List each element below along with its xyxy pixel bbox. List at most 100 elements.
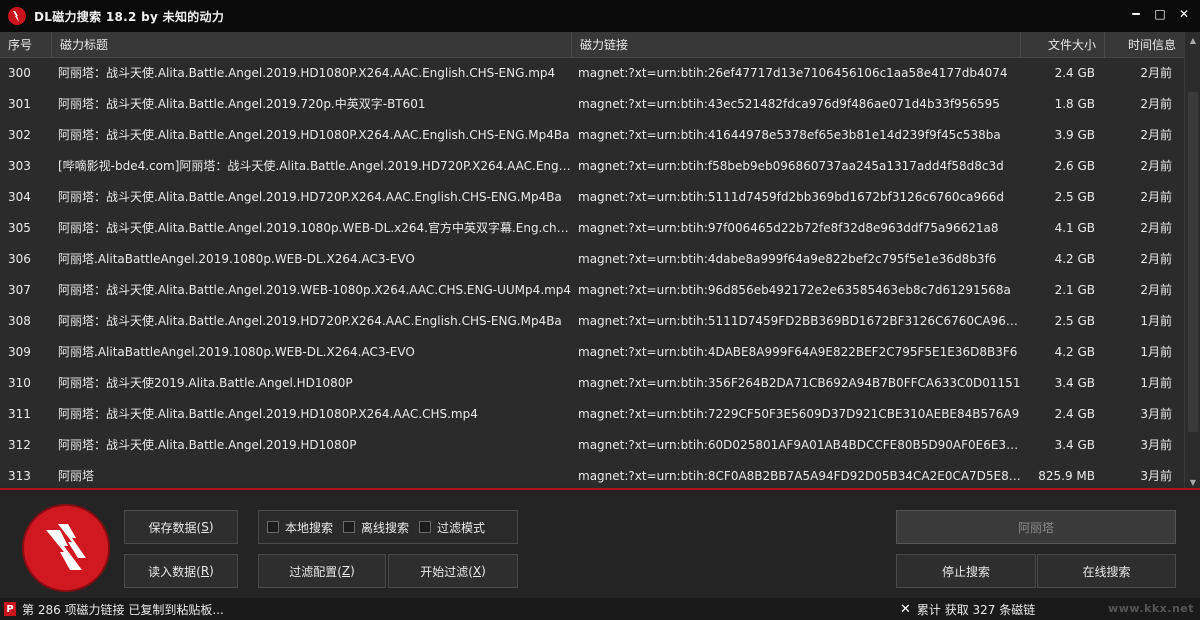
table-row[interactable]: 307 阿丽塔：战斗天使.Alita.Battle.Angel.2019.WEB-… <box>0 275 1184 306</box>
start-filter-button[interactable]: 开始过滤(X) <box>388 554 518 588</box>
cell-time: 2月前 <box>1140 66 1172 80</box>
cell-index: 303 <box>8 159 31 173</box>
table-row[interactable]: 308 阿丽塔：战斗天使.Alita.Battle.Angel.2019.HD72… <box>0 306 1184 337</box>
cell-file-size: 2.5 GB <box>1054 314 1095 328</box>
column-header-index[interactable]: 序号 <box>0 32 52 58</box>
table-row[interactable]: 305 阿丽塔：战斗天使.Alita.Battle.Angel.2019.1080… <box>0 213 1184 244</box>
table-row[interactable]: 306 阿丽塔.AlitaBattleAngel.2019.1080p.WEB-D… <box>0 244 1184 275</box>
table-header: 序号 磁力标题 磁力链接 文件大小 时间信息 <box>0 32 1184 58</box>
total-count: 累计 获取 327 条磁链 <box>916 602 1036 617</box>
filter-config-button[interactable]: 过滤配置(Z) <box>258 554 386 588</box>
table-row[interactable]: 312 阿丽塔：战斗天使.Alita.Battle.Angel.2019.HD10… <box>0 430 1184 461</box>
table-row[interactable]: 309 阿丽塔.AlitaBattleAngel.2019.1080p.WEB-D… <box>0 337 1184 368</box>
load-data-button[interactable]: 读入数据(R) <box>124 554 238 588</box>
cell-magnet-link: magnet:?xt=urn:btih:8CF0A8B2BB7A5A94FD92… <box>578 469 1021 483</box>
checkbox-box[interactable] <box>267 521 279 533</box>
cell-title: 阿丽塔 <box>58 469 95 483</box>
cell-title: 阿丽塔：战斗天使.Alita.Battle.Angel.2019.WEB-108… <box>58 283 572 297</box>
table-row[interactable]: 300 阿丽塔：战斗天使.Alita.Battle.Angel.2019.HD10… <box>0 58 1184 89</box>
keyword-input[interactable]: 阿丽塔 <box>896 510 1176 544</box>
table-row[interactable]: 304 阿丽塔：战斗天使.Alita.Battle.Angel.2019.HD72… <box>0 182 1184 213</box>
local-search-checkbox[interactable]: 本地搜索 <box>267 519 333 536</box>
cell-file-size: 825.9 MB <box>1038 469 1095 483</box>
window-title: DL磁力搜索 18.2 by 未知的动力 <box>34 9 225 24</box>
cell-title: 阿丽塔：战斗天使.Alita.Battle.Angel.2019.HD1080P… <box>58 407 478 421</box>
cell-magnet-link: magnet:?xt=urn:btih:7229CF50F3E5609D37D9… <box>578 407 1020 421</box>
maximize-icon[interactable]: □ <box>1150 4 1170 24</box>
app-logo-icon <box>8 7 26 25</box>
cell-index: 301 <box>8 97 31 111</box>
cell-title: 阿丽塔：战斗天使.Alita.Battle.Angel.2019.HD1080P <box>58 438 357 452</box>
cell-time: 2月前 <box>1140 283 1172 297</box>
cell-index: 305 <box>8 221 31 235</box>
column-header-title[interactable]: 磁力标题 <box>52 32 572 58</box>
start-filter-key: X <box>472 564 482 578</box>
cell-file-size: 3.4 GB <box>1054 438 1095 452</box>
checkbox-box[interactable] <box>419 521 432 533</box>
cell-time: 3月前 <box>1140 469 1172 483</box>
scrollbar-thumb[interactable] <box>1188 92 1198 432</box>
table-row[interactable]: 303 [哔嘀影视-bde4.com]阿丽塔：战斗天使.Alita.Battle.… <box>0 151 1184 182</box>
close-icon[interactable]: ✕ <box>1174 4 1194 24</box>
column-header-link[interactable]: 磁力链接 <box>572 32 1021 58</box>
close-x-icon[interactable]: ✕ <box>900 602 911 617</box>
cell-magnet-link: magnet:?xt=urn:btih:60D025801AF9A01AB4BD… <box>578 438 1021 452</box>
cell-file-size: 4.1 GB <box>1054 221 1095 235</box>
cell-file-size: 2.4 GB <box>1054 66 1095 80</box>
status-bar: P 第 286 项磁力链接 已复制到粘贴板... ✕ 累计 获取 327 条磁链… <box>0 598 1200 620</box>
cell-time: 1月前 <box>1140 345 1172 359</box>
cell-time: 3月前 <box>1140 438 1172 452</box>
save-data-label: 保存数据( <box>148 520 202 535</box>
save-data-key: S <box>201 520 209 534</box>
local-search-label: 本地搜索 <box>285 520 334 535</box>
online-search-button[interactable]: 在线搜索 <box>1037 554 1176 588</box>
offline-search-checkbox[interactable]: 离线搜索 <box>343 519 409 536</box>
results-table: 序号 磁力标题 磁力链接 文件大小 时间信息 300 阿丽塔：战斗天使.Alita… <box>0 32 1200 490</box>
cell-magnet-link: magnet:?xt=urn:btih:43ec521482fdca976d9f… <box>578 97 1000 111</box>
filter-mode-checkbox[interactable]: 过滤模式 <box>419 519 485 536</box>
vertical-scrollbar[interactable]: ▲ ▼ <box>1184 32 1200 490</box>
table-row[interactable]: 310 阿丽塔：战斗天使2019.Alita.Battle.Angel.HD108… <box>0 368 1184 399</box>
cell-index: 300 <box>8 66 31 80</box>
scroll-up-icon[interactable]: ▲ <box>1185 32 1200 48</box>
cell-index: 312 <box>8 438 31 452</box>
cell-time: 2月前 <box>1140 190 1172 204</box>
offline-search-label: 离线搜索 <box>361 520 410 535</box>
cell-file-size: 2.4 GB <box>1054 407 1095 421</box>
cell-magnet-link: magnet:?xt=urn:btih:4DABE8A999F64A9E822B… <box>578 345 1018 359</box>
cell-index: 306 <box>8 252 31 266</box>
start-filter-label: 开始过滤( <box>420 564 473 579</box>
cell-magnet-link: magnet:?xt=urn:btih:26ef47717d13e7106456… <box>578 66 1008 80</box>
cell-magnet-link: magnet:?xt=urn:btih:356F264B2DA71CB692A9… <box>578 376 1021 390</box>
cell-file-size: 2.5 GB <box>1054 190 1095 204</box>
cell-title: 阿丽塔：战斗天使.Alita.Battle.Angel.2019.1080p.W… <box>58 221 572 235</box>
cell-magnet-link: magnet:?xt=urn:btih:5111D7459FD2BB369BD1… <box>578 314 1021 328</box>
cell-magnet-link: magnet:?xt=urn:btih:4dabe8a999f64a9e822b… <box>578 252 997 266</box>
cell-time: 2月前 <box>1140 252 1172 266</box>
cell-title: [哔嘀影视-bde4.com]阿丽塔：战斗天使.Alita.Battle.Ang… <box>58 159 572 173</box>
load-data-key: R <box>200 564 210 578</box>
minimize-icon[interactable]: ━ <box>1126 4 1146 24</box>
filter-config-key: Z <box>341 564 351 578</box>
cell-time: 2月前 <box>1140 97 1172 111</box>
filter-mode-label: 过滤模式 <box>437 520 486 535</box>
cell-index: 311 <box>8 407 31 421</box>
table-row[interactable]: 311 阿丽塔：战斗天使.Alita.Battle.Angel.2019.HD10… <box>0 399 1184 430</box>
title-bar: DL磁力搜索 18.2 by 未知的动力 ━ □ ✕ <box>0 0 1200 32</box>
checkbox-box[interactable] <box>343 521 356 533</box>
column-header-size[interactable]: 文件大小 <box>1021 32 1105 58</box>
column-header-time[interactable]: 时间信息 <box>1105 32 1184 58</box>
table-row[interactable]: 302 阿丽塔：战斗天使.Alita.Battle.Angel.2019.HD10… <box>0 120 1184 151</box>
cell-file-size: 3.9 GB <box>1054 128 1095 142</box>
table-row[interactable]: 301 阿丽塔：战斗天使.Alita.Battle.Angel.2019.720p… <box>0 89 1184 120</box>
status-message: 第 286 项磁力链接 已复制到粘贴板... <box>22 602 224 617</box>
stop-search-button[interactable]: 停止搜索 <box>896 554 1036 588</box>
cell-title: 阿丽塔.AlitaBattleAngel.2019.1080p.WEB-DL.X… <box>58 252 415 266</box>
cell-index: 304 <box>8 190 31 204</box>
cell-index: 313 <box>8 469 31 483</box>
table-row[interactable]: 313 阿丽塔 magnet:?xt=urn:btih:8CF0A8B2BB7A5A… <box>0 461 1184 486</box>
cell-magnet-link: magnet:?xt=urn:btih:97f006465d22b72fe8f3… <box>578 221 999 235</box>
save-data-button[interactable]: 保存数据(S) <box>124 510 238 544</box>
cell-file-size: 1.8 GB <box>1054 97 1095 111</box>
brand-logo-icon <box>24 506 108 590</box>
